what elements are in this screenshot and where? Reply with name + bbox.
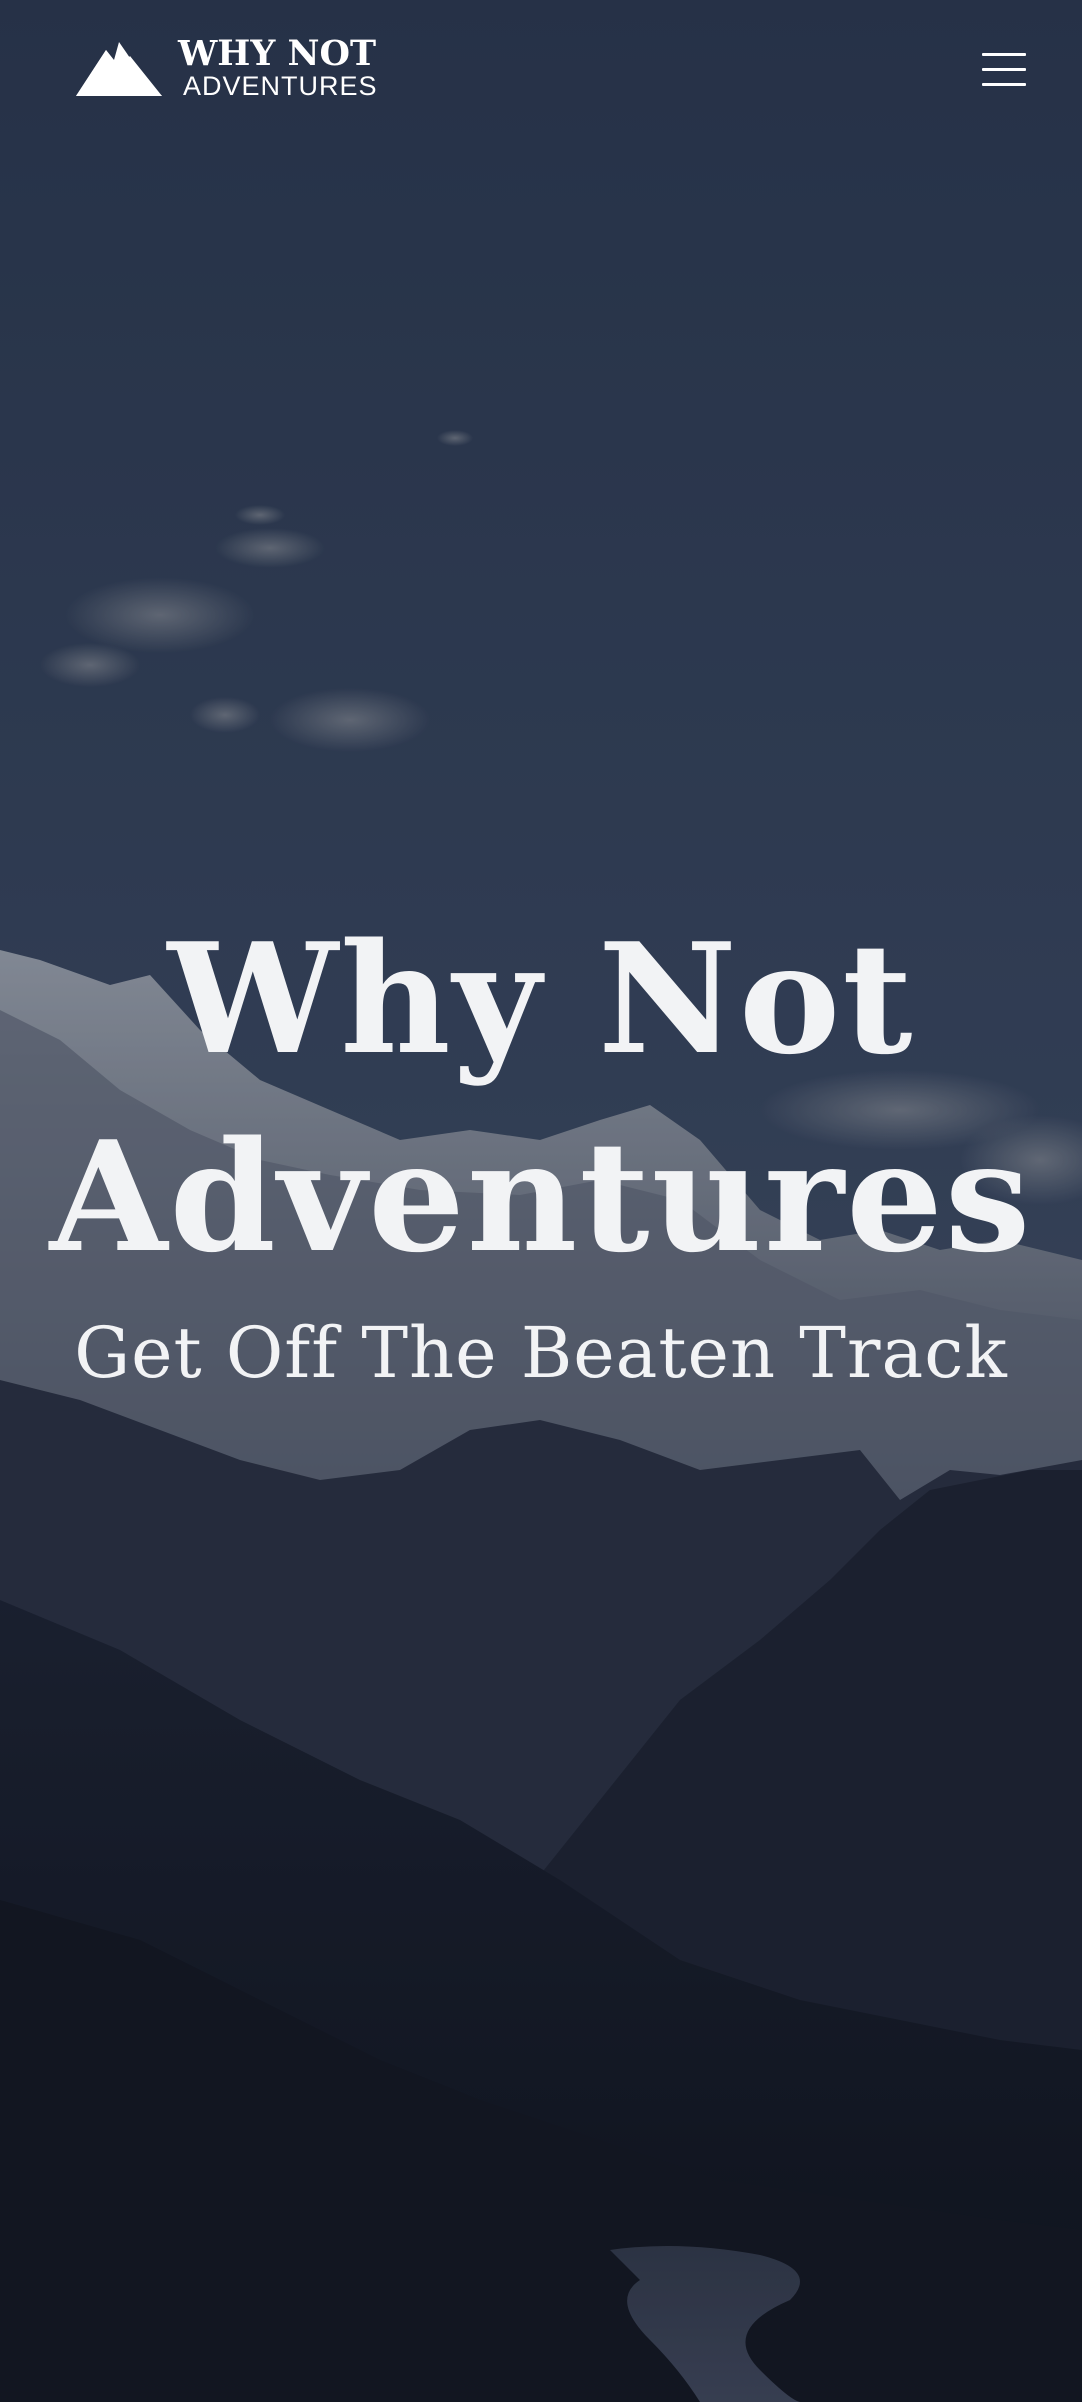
landing-page: WHY NOT ADVENTURES Why Not Adventures Ge…: [0, 0, 1082, 2402]
hero-subtitle: Get Off The Beaten Track: [74, 1312, 1008, 1394]
menu-bar-middle: [982, 68, 1026, 71]
logo-line-1: WHY NOT: [178, 33, 377, 74]
site-logo-link[interactable]: WHY NOT ADVENTURES: [76, 36, 378, 100]
hero-section: Why Not Adventures Get Off The Beaten Tr…: [0, 900, 1082, 1398]
logo-wordmark: WHY NOT ADVENTURES: [178, 36, 378, 100]
hero-title-line-2: Adventures: [49, 1107, 1033, 1286]
menu-bar-bottom: [982, 83, 1026, 86]
logo-line-2: ADVENTURES: [183, 71, 378, 101]
hamburger-menu-button[interactable]: [982, 50, 1028, 90]
mountain-logo-icon: [76, 42, 162, 96]
hero-title: Why Not Adventures: [0, 900, 1082, 1296]
menu-bar-top: [982, 53, 1026, 56]
hero-title-line-1: Why Not: [167, 909, 915, 1088]
site-header: WHY NOT ADVENTURES: [0, 0, 1082, 140]
